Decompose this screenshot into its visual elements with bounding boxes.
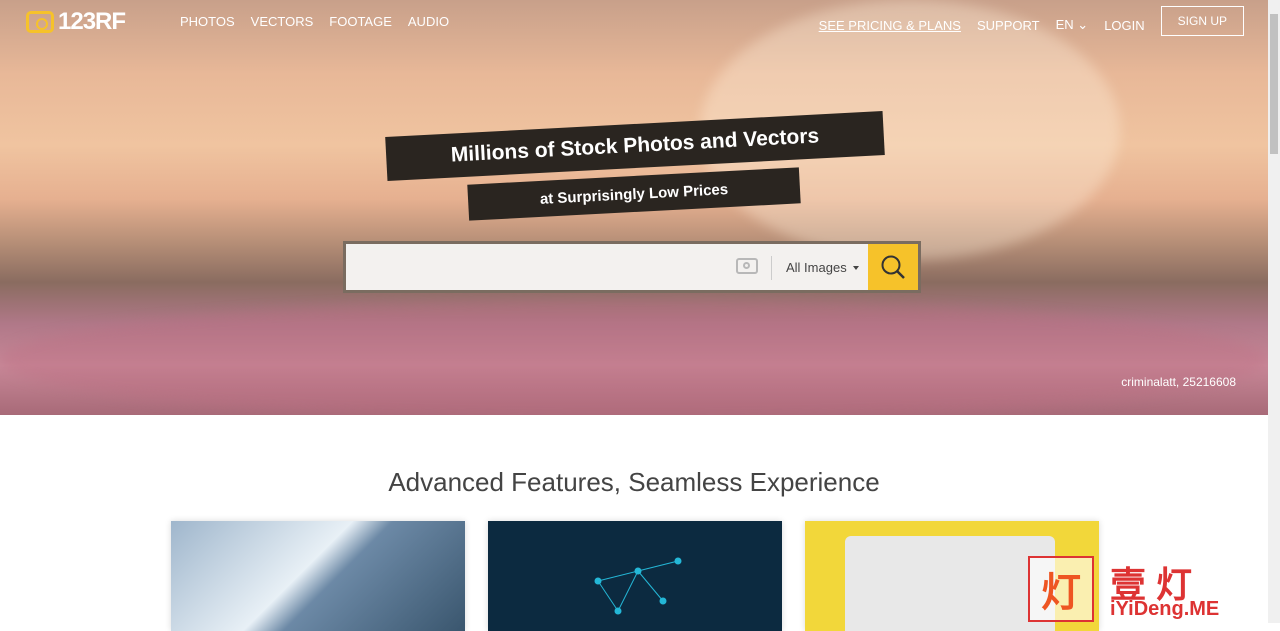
search-bar: All Images [343, 241, 921, 293]
watermark-stamp: 灯 [1028, 556, 1094, 622]
logo-text: 123RF [58, 8, 126, 35]
nav-left: PHOTOS VECTORS FOOTAGE AUDIO [180, 14, 449, 29]
top-navigation: 123RF PHOTOS VECTORS FOOTAGE AUDIO SEE P… [0, 0, 1268, 44]
scrollbar-thumb[interactable] [1270, 14, 1278, 154]
nav-footage[interactable]: FOOTAGE [329, 14, 392, 29]
nav-right: SEE PRICING & PLANS SUPPORT EN ⌄ LOGIN S… [819, 6, 1244, 36]
scrollbar[interactable] [1268, 0, 1280, 623]
image-credit: criminalatt, 25216608 [1121, 375, 1236, 389]
watermark-site: iYiDeng.ME [1110, 598, 1220, 620]
caret-down-icon [853, 266, 859, 270]
nav-pricing[interactable]: SEE PRICING & PLANS [819, 18, 961, 33]
feature-card-network[interactable] [488, 521, 782, 631]
search-input[interactable] [354, 250, 728, 286]
nav-support[interactable]: SUPPORT [977, 18, 1040, 33]
signup-button[interactable]: SIGN UP [1160, 6, 1244, 36]
image-type-select[interactable]: All Images [786, 260, 847, 275]
search-divider [771, 256, 772, 280]
language-label: EN [1055, 17, 1074, 32]
chevron-down-icon: ⌄ [1077, 17, 1089, 32]
feature-card-buildings[interactable] [171, 521, 465, 631]
nav-login[interactable]: LOGIN [1104, 18, 1144, 33]
laptop-keyboard-image [845, 536, 1055, 631]
nav-photos[interactable]: PHOTOS [180, 14, 235, 29]
network-brain-image [594, 557, 682, 615]
hero-banner: 123RF PHOTOS VECTORS FOOTAGE AUDIO SEE P… [0, 0, 1268, 415]
hero-title: Millions of Stock Photos and Vectors [450, 124, 820, 167]
camera-icon[interactable] [736, 258, 758, 274]
search-button[interactable] [868, 244, 918, 290]
logo[interactable]: 123RF [26, 8, 126, 36]
hero-subtitle: at Surprisingly Low Prices [539, 180, 729, 208]
search-icon [881, 255, 905, 279]
camera-logo-icon [26, 11, 54, 33]
nav-audio[interactable]: AUDIO [408, 14, 449, 29]
flower-field-shape [0, 300, 1268, 415]
nav-vectors[interactable]: VECTORS [251, 14, 314, 29]
section-heading: Advanced Features, Seamless Experience [388, 467, 880, 497]
language-selector[interactable]: EN ⌄ [1056, 17, 1089, 33]
